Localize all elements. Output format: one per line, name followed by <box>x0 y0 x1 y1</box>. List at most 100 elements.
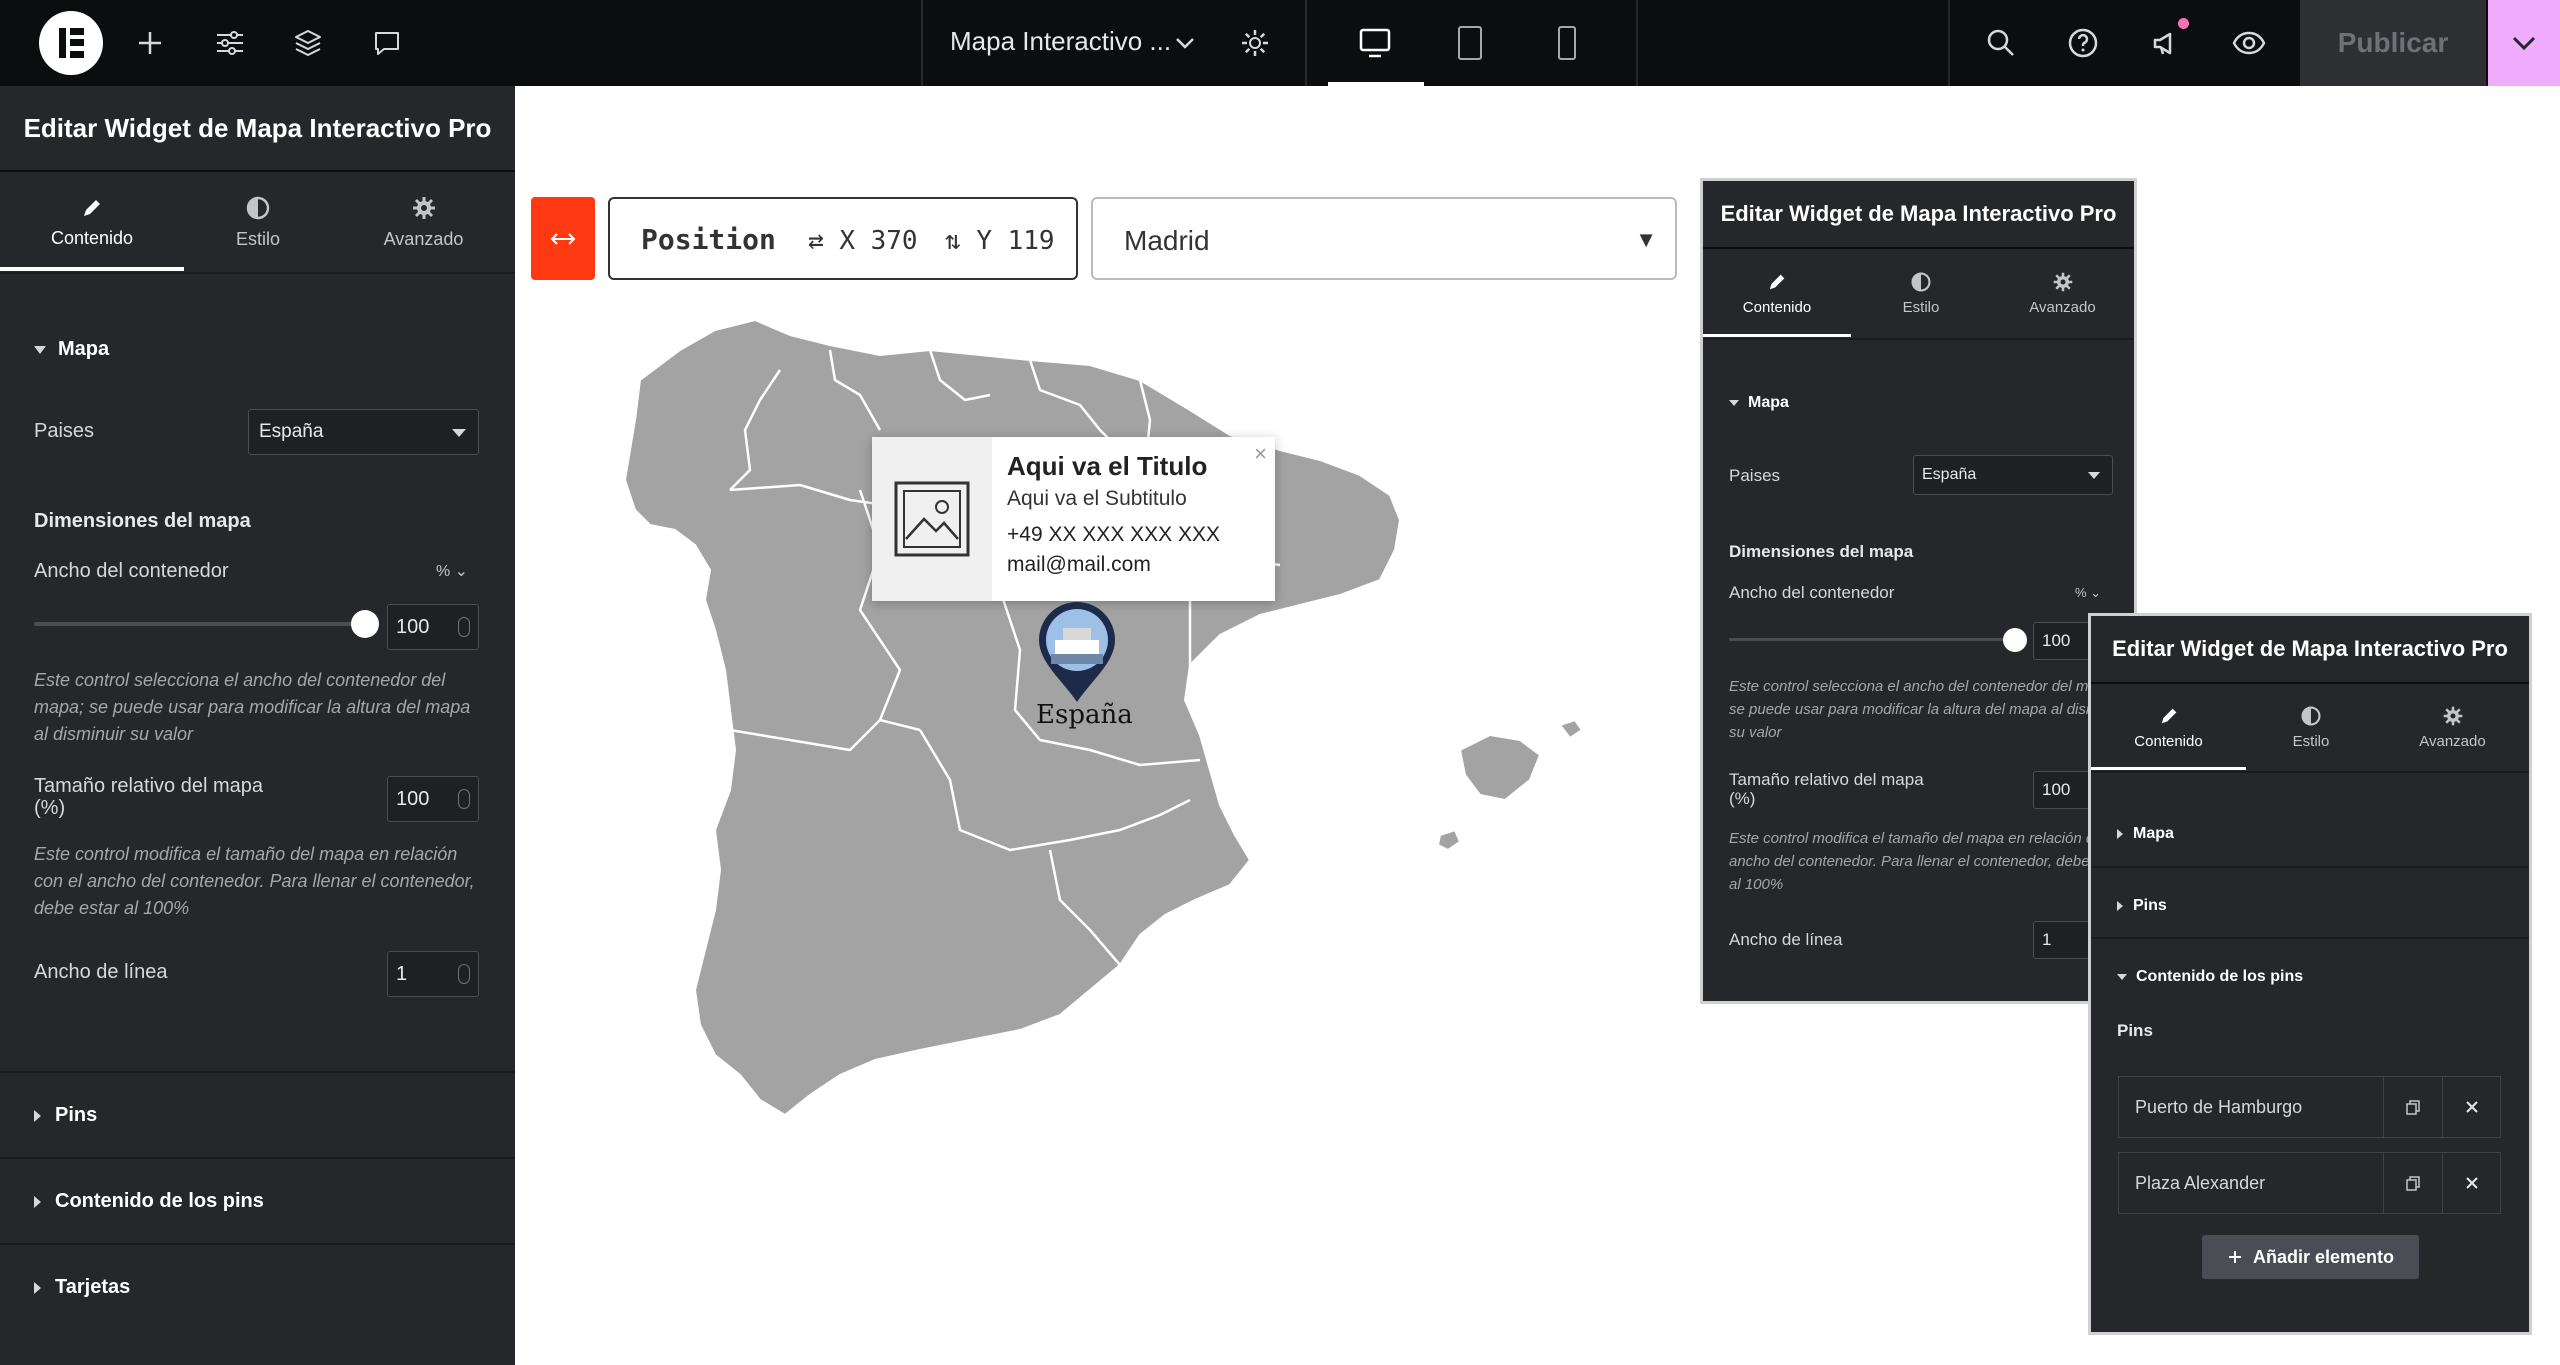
tab-label: Contenido <box>2134 732 2203 750</box>
elementor-logo-icon[interactable] <box>39 11 103 75</box>
preview-eye-icon[interactable] <box>2229 23 2269 63</box>
tab-contenido[interactable]: Contenido <box>1703 251 1851 336</box>
spinner-icon <box>458 789 470 809</box>
active-tab-underline <box>2091 767 2246 770</box>
container-width-input[interactable]: 100 <box>387 604 479 650</box>
comments-icon[interactable] <box>367 23 407 63</box>
section-pins-toggle[interactable]: Pins <box>34 1104 97 1127</box>
tab-label: Estilo <box>2292 732 2330 750</box>
section-mapa-toggle[interactable]: Mapa <box>1729 394 1789 412</box>
section-pins-toggle[interactable]: Pins <box>2117 897 2167 915</box>
duplicate-icon[interactable] <box>2383 1153 2441 1213</box>
close-icon[interactable]: × <box>1254 441 1267 467</box>
slider-handle[interactable] <box>351 610 379 638</box>
line-width-input[interactable]: 1 <box>387 951 479 997</box>
countries-value: España <box>259 421 324 442</box>
tab-label: Estilo <box>1902 299 1940 316</box>
section-pins-content-toggle[interactable]: Contenido de los pins <box>2117 968 2303 986</box>
line-width-label: Ancho de línea <box>34 961 168 983</box>
section-title: Mapa <box>2133 825 2174 842</box>
tab-avanzado[interactable]: Avanzado <box>332 174 515 270</box>
help-icon[interactable] <box>2063 23 2103 63</box>
slider-handle[interactable] <box>2003 628 2027 652</box>
gear-icon <box>412 196 435 219</box>
city-select[interactable]: Madrid ▼ <box>1091 197 1677 280</box>
section-title: Tarjetas <box>55 1276 131 1298</box>
section-pins-content-toggle[interactable]: Contenido de los pins <box>34 1190 264 1213</box>
container-width-slider[interactable] <box>34 622 364 626</box>
pin-item[interactable]: Puerto de Hamburgo <box>2118 1076 2501 1138</box>
tab-estilo[interactable]: Estilo <box>184 174 332 270</box>
tooltip-subtitle: Aqui va el Subtitulo <box>1007 487 1187 510</box>
container-width-slider[interactable] <box>1729 638 2009 641</box>
caret-down-icon: ▼ <box>1635 227 1657 252</box>
tab-estilo[interactable]: Estilo <box>1851 251 1991 336</box>
tab-contenido[interactable]: Contenido <box>2091 686 2246 768</box>
desktop-view-icon[interactable] <box>1355 23 1395 63</box>
countries-select[interactable]: España <box>1913 455 2113 495</box>
publish-button[interactable]: Publicar <box>2300 0 2486 86</box>
chevron-down-icon[interactable] <box>1165 23 1205 63</box>
container-width-help: Este control selecciona el ancho del con… <box>1729 678 2127 741</box>
position-label: Position <box>641 223 776 256</box>
search-icon[interactable] <box>1981 23 2021 63</box>
tab-estilo[interactable]: Estilo <box>2246 686 2376 768</box>
section-mapa-toggle[interactable]: Mapa <box>2117 825 2174 843</box>
pin-label: España <box>1036 700 1133 730</box>
add-item-button[interactable]: Añadir elemento <box>2202 1235 2419 1279</box>
caret-right-icon <box>2117 901 2123 911</box>
separator <box>1948 0 1950 86</box>
document-title[interactable]: Mapa Interactivo ... <box>950 26 1171 57</box>
page-settings-gear-icon[interactable] <box>1235 23 1275 63</box>
tooltip-title: Aqui va el Titulo <box>1007 451 1208 481</box>
relative-size-label: Tamaño relativo del mapa (%) <box>1729 770 1924 808</box>
tab-label: Avanzado <box>383 228 464 249</box>
tab-avanzado[interactable]: Avanzado <box>2376 686 2529 768</box>
duplicate-icon[interactable] <box>2383 1077 2441 1137</box>
spinner-icon <box>458 964 470 984</box>
divider <box>2091 866 2529 868</box>
half-circle-icon <box>1911 272 1931 292</box>
separator <box>1636 0 1638 86</box>
separator <box>921 0 923 86</box>
image-placeholder-icon <box>872 437 992 601</box>
structure-layers-icon[interactable] <box>288 23 328 63</box>
tab-contenido[interactable]: Contenido <box>0 174 184 270</box>
map-pin-marker[interactable] <box>1037 600 1117 704</box>
city-value: Madrid <box>1124 225 1210 256</box>
caret-down-icon <box>34 345 46 354</box>
unit-selector[interactable]: % ⌄ <box>2075 585 2101 601</box>
caret-right-icon <box>2117 829 2123 839</box>
relative-size-input[interactable]: 100 <box>387 776 479 822</box>
close-icon[interactable] <box>2442 1077 2500 1137</box>
y-coordinate: ⇅ Y 119 <box>945 226 1055 256</box>
divider <box>1703 338 2134 340</box>
mobile-view-icon[interactable] <box>1547 23 1587 63</box>
add-element-icon[interactable] <box>130 23 170 63</box>
unit-selector[interactable]: % ⌄ <box>436 561 468 581</box>
add-item-label: Añadir elemento <box>2252 1246 2395 1267</box>
site-settings-icon[interactable] <box>210 23 250 63</box>
whats-new-megaphone-icon[interactable] <box>2146 23 2186 63</box>
spain-map[interactable] <box>620 310 1680 1140</box>
pin-item[interactable]: Plaza Alexander <box>2118 1152 2501 1214</box>
active-device-indicator <box>1328 82 1424 86</box>
publish-options-chevron-icon[interactable] <box>2488 0 2560 86</box>
section-mapa-toggle[interactable]: Mapa <box>34 338 109 361</box>
container-width-help: Este control selecciona el ancho del con… <box>34 670 471 744</box>
tab-avanzado[interactable]: Avanzado <box>1991 251 2134 336</box>
tooltip-email: mail@mail.com <box>1007 553 1151 576</box>
countries-select[interactable]: España <box>248 409 479 455</box>
relative-size-label: Tamaño relativo del mapa (%) <box>34 775 264 819</box>
countries-value: España <box>1922 466 1977 483</box>
tab-label: Contenido <box>50 227 134 248</box>
close-icon[interactable] <box>2442 1153 2500 1213</box>
divider <box>2091 937 2529 939</box>
countries-label: Paises <box>34 420 95 442</box>
pin-item-label: Plaza Alexander <box>2135 1173 2266 1193</box>
swap-arrows-button[interactable] <box>531 197 595 280</box>
section-title: Pins <box>55 1104 98 1126</box>
tablet-view-icon[interactable] <box>1450 23 1490 63</box>
section-cards-toggle[interactable]: Tarjetas <box>34 1276 130 1299</box>
relative-size-help: Este control modifica el tamaño del mapa… <box>1729 830 2128 893</box>
